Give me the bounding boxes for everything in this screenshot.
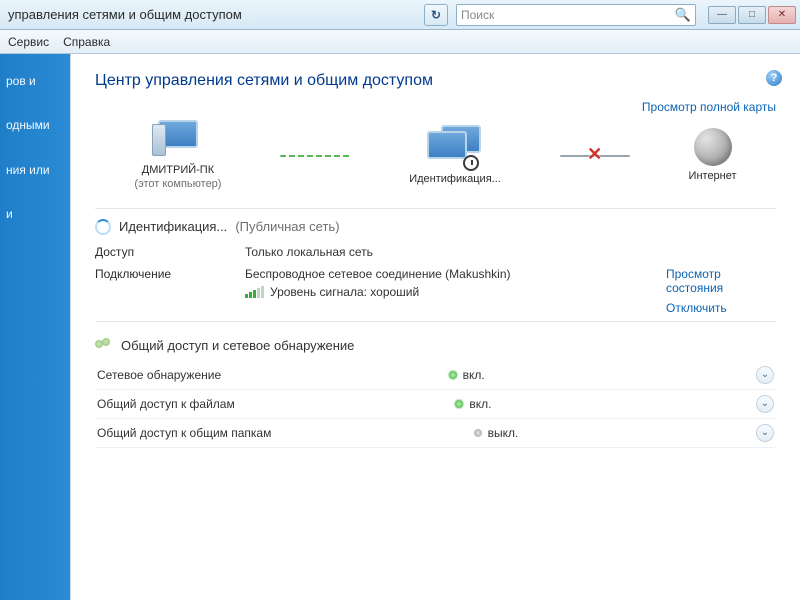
value-connection: Беспроводное сетевое соединение (Makushk…	[245, 267, 656, 281]
connection-line-broken	[560, 155, 630, 157]
clock-overlay-icon	[463, 155, 479, 171]
separator	[95, 321, 776, 322]
share-row-state: вкл.	[469, 397, 491, 411]
connection-details: Доступ Только локальная сеть Подключение…	[95, 245, 776, 315]
status-dot-icon	[474, 429, 482, 437]
node-label: Интернет	[689, 170, 737, 184]
share-row-label: Сетевое обнаружение	[97, 368, 221, 382]
share-row-state: выкл.	[488, 426, 519, 440]
window-title: управления сетями и общим доступом	[8, 7, 242, 22]
content-pane: ? Центр управления сетями и общим доступ…	[70, 54, 800, 600]
share-row-label: Общий доступ к общим папкам	[97, 426, 271, 440]
connection-line-ok	[280, 155, 350, 157]
page-title: Центр управления сетями и общим доступом	[95, 72, 776, 90]
close-button[interactable]: ✕	[768, 6, 796, 24]
network-status-line: Идентификация... (Публичная сеть)	[95, 219, 776, 235]
spinner-icon	[95, 219, 111, 235]
disconnect-link[interactable]: Отключить	[666, 301, 776, 315]
globe-icon	[694, 128, 732, 166]
help-icon[interactable]: ?	[766, 70, 782, 86]
refresh-button[interactable]: ↻	[424, 4, 448, 26]
sidebar-item[interactable]: ров и	[6, 74, 64, 88]
chevron-down-icon[interactable]: ⌄	[756, 395, 774, 413]
signal-label: Уровень сигнала: хороший	[270, 285, 419, 299]
chevron-down-icon[interactable]: ⌄	[756, 366, 774, 384]
computer-icon	[154, 120, 202, 160]
separator	[95, 208, 776, 209]
search-icon: 🔍	[675, 7, 691, 23]
share-row-label: Общий доступ к файлам	[97, 397, 235, 411]
view-full-map-link[interactable]: Просмотр полной карты	[642, 100, 776, 114]
view-status-link[interactable]: Просмотр состояния	[666, 267, 776, 295]
network-icon	[427, 125, 483, 169]
sidebar-item[interactable]: одными	[6, 118, 64, 132]
sharing-heading-text: Общий доступ и сетевое обнаружение	[121, 338, 354, 353]
label-connection: Подключение	[95, 267, 235, 281]
chevron-down-icon[interactable]: ⌄	[756, 424, 774, 442]
status-dot-icon	[449, 371, 457, 379]
search-placeholder: Поиск	[461, 8, 494, 22]
sidebar: ров и одными ния или и	[0, 54, 70, 600]
value-access: Только локальная сеть	[245, 245, 656, 259]
node-network: Идентификация...	[409, 125, 501, 187]
minimize-button[interactable]: —	[708, 6, 736, 24]
node-label: ДМИТРИЙ-ПК	[134, 164, 221, 178]
node-sublabel: (этот компьютер)	[134, 178, 221, 192]
share-row-state: вкл.	[463, 368, 485, 382]
share-row[interactable]: Общий доступ к файлам вкл. ⌄	[95, 390, 776, 419]
status-identifying: Идентификация...	[119, 219, 227, 234]
share-row[interactable]: Общий доступ к общим папкам выкл. ⌄	[95, 419, 776, 448]
share-row[interactable]: Сетевое обнаружение вкл. ⌄	[95, 361, 776, 390]
status-network-type: (Публичная сеть)	[235, 219, 339, 234]
sidebar-item[interactable]: и	[6, 207, 64, 221]
status-dot-icon	[455, 400, 463, 408]
sidebar-item[interactable]: ния или	[6, 163, 64, 177]
node-label: Идентификация...	[409, 173, 501, 187]
node-internet: Интернет	[689, 128, 737, 184]
signal-bars-icon	[245, 286, 264, 298]
menubar: Сервис Справка	[0, 30, 800, 54]
people-icon	[95, 338, 113, 352]
node-this-pc: ДМИТРИЙ-ПК (этот компьютер)	[134, 120, 221, 192]
sharing-heading: Общий доступ и сетевое обнаружение	[95, 338, 776, 353]
network-map: ДМИТРИЙ-ПК (этот компьютер) Идентификаци…	[95, 114, 776, 202]
menu-service[interactable]: Сервис	[8, 35, 49, 49]
maximize-button[interactable]: □	[738, 6, 766, 24]
window-titlebar: управления сетями и общим доступом ↻ Пои…	[0, 0, 800, 30]
signal-row: Уровень сигнала: хороший	[245, 285, 656, 299]
label-access: Доступ	[95, 245, 235, 259]
menu-help[interactable]: Справка	[63, 35, 110, 49]
search-input[interactable]: Поиск 🔍	[456, 4, 696, 26]
